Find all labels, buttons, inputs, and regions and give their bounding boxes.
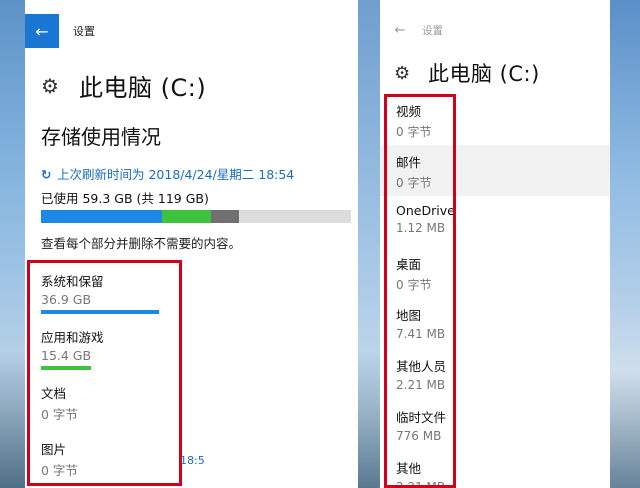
- page-header: ⚙ 此电脑 (C:): [394, 58, 540, 88]
- back-button[interactable]: ←: [25, 14, 59, 48]
- usage-segment-system: [41, 210, 162, 223]
- used-space-text: 已使用 59.3 GB (共 119 GB): [41, 191, 209, 206]
- back-button[interactable]: ←: [386, 23, 414, 38]
- back-arrow-icon: ←: [35, 21, 49, 41]
- gear-icon: ⚙: [41, 73, 59, 98]
- section-title: 存储使用情况: [41, 125, 161, 149]
- page-title: 此电脑 (C:): [428, 62, 540, 86]
- refresh-text: 上次刷新时间为 2018/4/24/星期二 18:54: [56, 167, 295, 182]
- page-title: 此电脑 (C:): [79, 74, 207, 102]
- titlebar: ← 设置: [25, 8, 358, 54]
- window-title: 设置: [422, 24, 443, 37]
- settings-window-right: ← 设置 ⚙ 此电脑 (C:) 视频 0 字节 邮件 0 字节 OneDrive…: [380, 8, 610, 488]
- hint-text: 查看每个部分并删除不需要的内容。: [41, 236, 242, 251]
- usage-segment-other: [211, 210, 240, 223]
- refresh-link[interactable]: ↻ 上次刷新时间为 2018/4/24/星期二 18:54: [41, 164, 294, 183]
- page-header: ⚙ 此电脑 (C:): [41, 68, 206, 103]
- storage-usage-bar: [41, 210, 351, 223]
- settings-window-left: ← 设置 ⚙ 此电脑 (C:) 存储使用情况 ↻ 上次刷新时间为 2018/4/…: [25, 8, 358, 488]
- refresh-icon: ↻: [41, 167, 52, 182]
- gear-icon: ⚙: [394, 62, 411, 84]
- desktop-background-middle: [358, 0, 380, 488]
- desktop-background-left: [0, 0, 25, 488]
- usage-segment-apps: [161, 210, 212, 223]
- titlebar: ← 设置: [380, 8, 610, 52]
- highlight-box-right: [384, 94, 456, 488]
- partial-timestamp: 18:5: [180, 454, 205, 467]
- highlight-box-left: [27, 260, 182, 486]
- window-title: 设置: [73, 25, 95, 38]
- desktop-background-right: [610, 0, 640, 488]
